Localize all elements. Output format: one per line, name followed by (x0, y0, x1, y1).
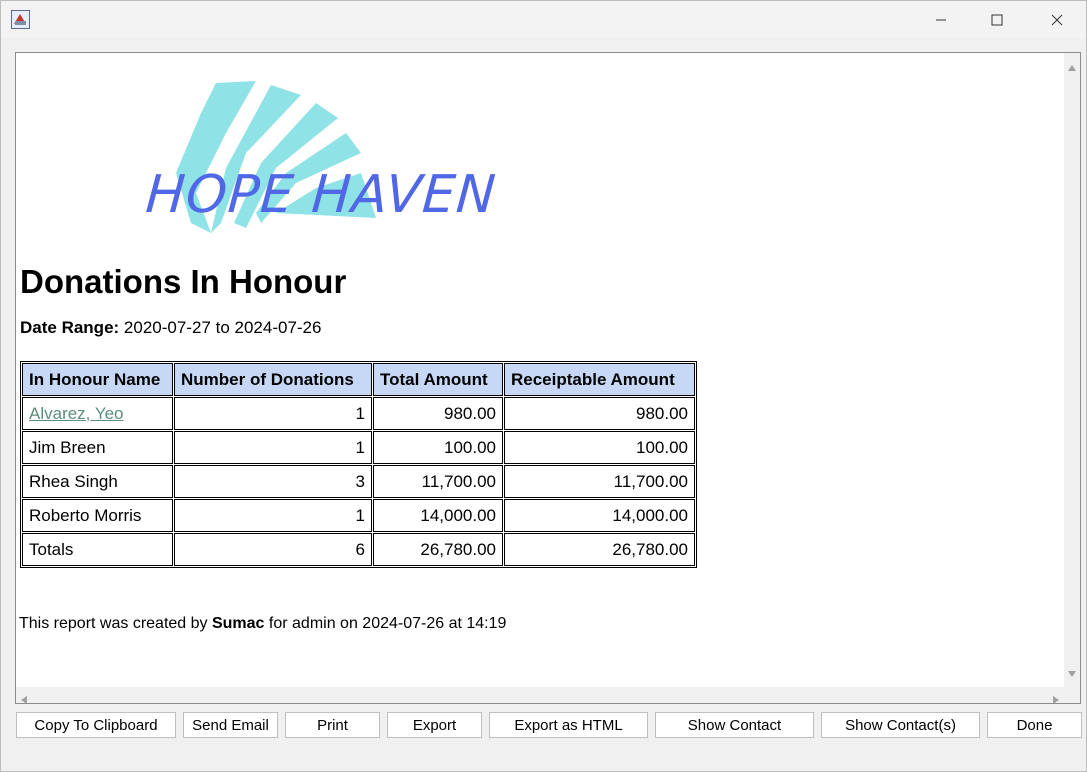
donation-count-cell: 1 (174, 397, 372, 430)
donations-table: In Honour Name Number of Donations Total… (20, 361, 697, 568)
app-icon[interactable] (11, 10, 30, 29)
column-header-receiptable-amount: Receiptable Amount (504, 363, 695, 396)
totals-count-cell: 6 (174, 533, 372, 566)
show-contact-button[interactable]: Show Contact (655, 712, 814, 738)
receiptable-amount-cell: 100.00 (504, 431, 695, 464)
honour-name-link[interactable]: Alvarez, Yeo (29, 404, 124, 423)
scrollbar-corner (1064, 687, 1080, 703)
table-row: Alvarez, Yeo 1 980.00 980.00 (22, 397, 695, 430)
copy-to-clipboard-button[interactable]: Copy To Clipboard (16, 712, 176, 738)
button-bar: Copy To Clipboard Send Email Print Expor… (1, 712, 1086, 740)
totals-label-cell: Totals (22, 533, 173, 566)
total-amount-cell: 100.00 (373, 431, 503, 464)
donation-count-cell: 1 (174, 431, 372, 464)
minimize-icon[interactable] (918, 1, 964, 38)
logo-text: HOPE HAVEN (143, 165, 499, 225)
organization-logo: HOPE HAVEN (76, 73, 498, 238)
title-bar (1, 1, 1086, 38)
footer-prefix: This report was created by (19, 615, 208, 632)
honour-name-cell: Roberto Morris (22, 499, 173, 532)
close-icon[interactable] (1034, 1, 1080, 38)
export-as-html-button[interactable]: Export as HTML (489, 712, 648, 738)
print-button[interactable]: Print (285, 712, 380, 738)
table-header-row: In Honour Name Number of Donations Total… (22, 363, 695, 396)
honour-name-cell: Jim Breen (22, 431, 173, 464)
horizontal-scrollbar[interactable] (16, 687, 1064, 703)
report-footer-note: This report was created by Sumac for adm… (19, 615, 506, 633)
column-header-number-of-donations: Number of Donations (174, 363, 372, 396)
show-contacts-button[interactable]: Show Contact(s) (821, 712, 980, 738)
scroll-right-icon[interactable] (1053, 691, 1059, 703)
vertical-scrollbar[interactable] (1064, 53, 1080, 687)
honour-name-cell: Rhea Singh (22, 465, 173, 498)
receiptable-amount-cell: 14,000.00 (504, 499, 695, 532)
table-row: Roberto Morris 1 14,000.00 14,000.00 (22, 499, 695, 532)
total-amount-cell: 11,700.00 (373, 465, 503, 498)
scroll-up-icon[interactable] (1068, 58, 1076, 76)
send-email-button[interactable]: Send Email (183, 712, 278, 738)
table-row: Rhea Singh 3 11,700.00 11,700.00 (22, 465, 695, 498)
column-header-in-honour-name: In Honour Name (22, 363, 173, 396)
date-range-label: Date Range: (20, 318, 120, 337)
totals-amount-cell: 26,780.00 (373, 533, 503, 566)
date-range: Date Range: 2020-07-27 to 2024-07-26 (20, 318, 321, 338)
report-content: HOPE HAVEN Donations In Honour Date Rang… (16, 53, 1062, 687)
export-button[interactable]: Export (387, 712, 482, 738)
report-window: HOPE HAVEN Donations In Honour Date Rang… (0, 0, 1087, 772)
receiptable-amount-cell: 980.00 (504, 397, 695, 430)
scroll-left-icon[interactable] (21, 691, 27, 703)
date-range-value: 2020-07-27 to 2024-07-26 (123, 318, 322, 337)
total-amount-cell: 14,000.00 (373, 499, 503, 532)
column-header-total-amount: Total Amount (373, 363, 503, 396)
honour-name-cell[interactable]: Alvarez, Yeo (22, 397, 173, 430)
total-amount-cell: 980.00 (373, 397, 503, 430)
done-button[interactable]: Done (987, 712, 1082, 738)
totals-receiptable-cell: 26,780.00 (504, 533, 695, 566)
receiptable-amount-cell: 11,700.00 (504, 465, 695, 498)
scroll-down-icon[interactable] (1068, 664, 1076, 682)
footer-app-name: Sumac (211, 615, 265, 632)
footer-suffix: for admin on 2024-07-26 at 14:19 (268, 615, 507, 632)
donation-count-cell: 3 (174, 465, 372, 498)
totals-row: Totals 6 26,780.00 26,780.00 (22, 533, 695, 566)
donation-count-cell: 1 (174, 499, 372, 532)
report-viewport[interactable]: HOPE HAVEN Donations In Honour Date Rang… (15, 52, 1081, 704)
maximize-icon[interactable] (974, 1, 1020, 38)
report-title: Donations In Honour (20, 263, 347, 300)
table-row: Jim Breen 1 100.00 100.00 (22, 431, 695, 464)
